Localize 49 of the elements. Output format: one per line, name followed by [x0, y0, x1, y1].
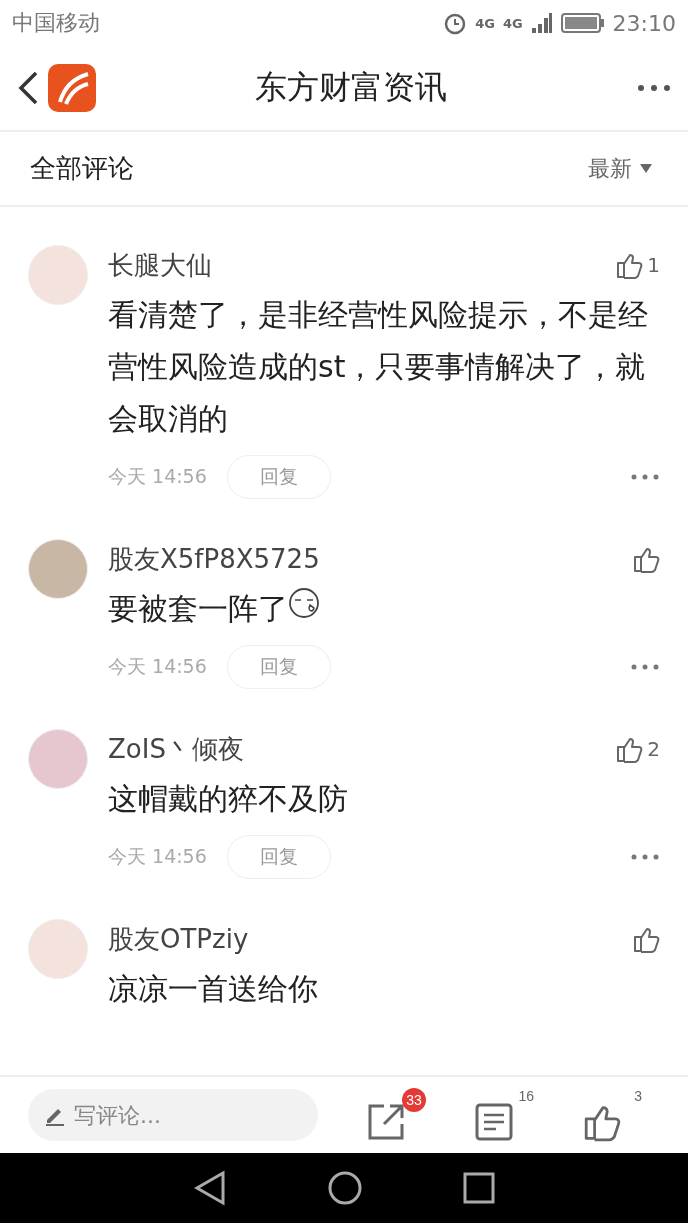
- thumbs-up-icon: [615, 735, 644, 763]
- sweat-face-icon: [288, 587, 320, 619]
- clock-time: 23:10: [612, 10, 676, 36]
- comment-text: 要被套一阵了: [108, 583, 660, 635]
- section-title: 全部评论: [30, 152, 135, 185]
- timestamp: 今天 14:56: [108, 464, 207, 489]
- like-button[interactable]: 2: [615, 735, 660, 763]
- thumbs-up-icon: [632, 925, 660, 953]
- page-title: 东方财富资讯: [254, 67, 448, 108]
- signal-icon: [530, 12, 553, 34]
- caret-icon: [640, 163, 652, 174]
- username[interactable]: 股友OTPziy: [108, 921, 249, 957]
- comment-count: 16: [518, 1088, 534, 1104]
- more-icon[interactable]: [630, 853, 660, 861]
- count-badge: 33: [402, 1088, 426, 1112]
- like-button[interactable]: 3: [582, 1088, 642, 1142]
- comment-text: 凉凉一首送给你: [108, 970, 319, 1008]
- alarm-icon: [443, 11, 468, 35]
- like-button[interactable]: [632, 925, 660, 953]
- comment-input[interactable]: 写评论...: [28, 1089, 318, 1141]
- share-icon: [366, 1102, 406, 1142]
- username[interactable]: ZoIS丶倾夜: [108, 731, 244, 767]
- comments-button[interactable]: 16: [474, 1088, 534, 1142]
- timestamp: 今天 14:56: [108, 654, 207, 679]
- more-icon[interactable]: [630, 663, 660, 671]
- more-icon[interactable]: [630, 473, 660, 481]
- timestamp: 今天 14:56: [108, 844, 207, 869]
- recents-nav-icon[interactable]: [463, 1172, 495, 1204]
- home-nav-icon[interactable]: [327, 1170, 363, 1206]
- back-icon[interactable]: [16, 70, 40, 106]
- share-button[interactable]: 33: [366, 1088, 426, 1142]
- more-icon[interactable]: [636, 83, 672, 93]
- sort-dropdown[interactable]: 最新: [582, 152, 658, 185]
- battery-icon: [560, 12, 605, 34]
- document-icon: [474, 1102, 514, 1142]
- comment-text: 这帽戴的猝不及防: [108, 780, 349, 818]
- username[interactable]: 股友X5fP8X5725: [108, 541, 320, 577]
- like-button[interactable]: 1: [615, 251, 660, 279]
- network-type: 4G: [475, 15, 495, 31]
- thumbs-up-icon: [632, 545, 660, 573]
- like-button[interactable]: [632, 545, 660, 573]
- back-nav-icon[interactable]: [193, 1170, 227, 1206]
- like-count: 3: [634, 1088, 642, 1104]
- carrier-name: 中国移动: [12, 9, 100, 37]
- username[interactable]: 长腿大仙: [108, 247, 212, 283]
- thumbs-up-icon: [615, 251, 644, 279]
- network-type: 4G: [502, 15, 523, 31]
- comment-text: 看清楚了，是非经营性风险提示，不是经营性风险造成的st，只要事情解决了，就会取消的: [108, 296, 649, 438]
- app-logo-icon: [48, 64, 96, 112]
